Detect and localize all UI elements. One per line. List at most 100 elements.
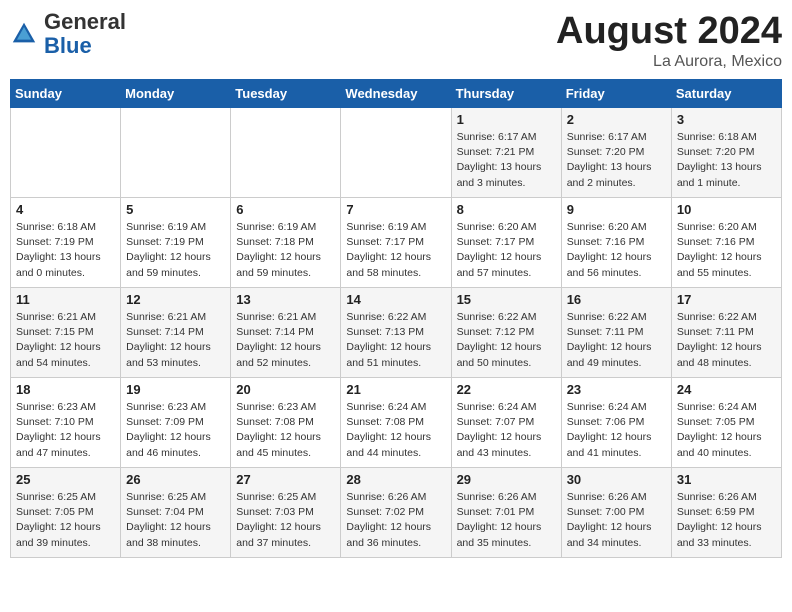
day-number: 22: [457, 382, 556, 397]
day-info: Sunrise: 6:18 AM Sunset: 7:20 PM Dayligh…: [677, 130, 776, 191]
day-number: 6: [236, 202, 335, 217]
day-number: 3: [677, 112, 776, 127]
calendar-cell: 9 Sunrise: 6:20 AM Sunset: 7:16 PM Daylig…: [561, 198, 671, 288]
calendar-cell: 23Sunrise: 6:24 AM Sunset: 7:06 PM Dayli…: [561, 378, 671, 468]
calendar-cell: 19Sunrise: 6:23 AM Sunset: 7:09 PM Dayli…: [121, 378, 231, 468]
day-info: Sunrise: 6:17 AM Sunset: 7:21 PM Dayligh…: [457, 130, 556, 191]
calendar-cell: 3 Sunrise: 6:18 AM Sunset: 7:20 PM Daylig…: [671, 108, 781, 198]
day-number: 12: [126, 292, 225, 307]
day-number: 20: [236, 382, 335, 397]
day-number: 1: [457, 112, 556, 127]
day-number: 29: [457, 472, 556, 487]
day-info: Sunrise: 6:24 AM Sunset: 7:05 PM Dayligh…: [677, 400, 776, 461]
day-number: 10: [677, 202, 776, 217]
calendar-cell: 10 Sunrise: 6:20 AM Sunset: 7:16 PM Dayli…: [671, 198, 781, 288]
week-row-3: 11 Sunrise: 6:21 AM Sunset: 7:15 PM Dayli…: [11, 288, 782, 378]
day-info: Sunrise: 6:24 AM Sunset: 7:08 PM Dayligh…: [346, 400, 445, 461]
day-number: 30: [567, 472, 666, 487]
day-number: 26: [126, 472, 225, 487]
calendar-cell: 13Sunrise: 6:21 AM Sunset: 7:14 PM Dayli…: [231, 288, 341, 378]
day-number: 7: [346, 202, 445, 217]
day-info: Sunrise: 6:21 AM Sunset: 7:14 PM Dayligh…: [126, 310, 225, 371]
day-number: 23: [567, 382, 666, 397]
day-number: 25: [16, 472, 115, 487]
day-info: Sunrise: 6:26 AM Sunset: 6:59 PM Dayligh…: [677, 490, 776, 551]
day-number: 21: [346, 382, 445, 397]
week-row-2: 4 Sunrise: 6:18 AM Sunset: 7:19 PM Daylig…: [11, 198, 782, 288]
day-info: Sunrise: 6:22 AM Sunset: 7:12 PM Dayligh…: [457, 310, 556, 371]
calendar-cell: 30Sunrise: 6:26 AM Sunset: 7:00 PM Dayli…: [561, 468, 671, 558]
location-subtitle: La Aurora, Mexico: [556, 53, 782, 71]
page-header: General Blue August 2024 La Aurora, Mexi…: [10, 10, 782, 71]
calendar-cell: 6 Sunrise: 6:19 AM Sunset: 7:18 PM Daylig…: [231, 198, 341, 288]
day-number: 16: [567, 292, 666, 307]
day-number: 27: [236, 472, 335, 487]
day-info: Sunrise: 6:23 AM Sunset: 7:09 PM Dayligh…: [126, 400, 225, 461]
day-info: Sunrise: 6:26 AM Sunset: 7:01 PM Dayligh…: [457, 490, 556, 551]
calendar-cell: [11, 108, 121, 198]
day-number: 8: [457, 202, 556, 217]
day-info: Sunrise: 6:22 AM Sunset: 7:11 PM Dayligh…: [567, 310, 666, 371]
calendar-cell: 21 Sunrise: 6:24 AM Sunset: 7:08 PM Dayli…: [341, 378, 451, 468]
calendar-cell: 26Sunrise: 6:25 AM Sunset: 7:04 PM Dayli…: [121, 468, 231, 558]
month-year-title: August 2024: [556, 10, 782, 53]
day-info: Sunrise: 6:19 AM Sunset: 7:18 PM Dayligh…: [236, 220, 335, 281]
logo-blue-text: Blue: [44, 33, 92, 58]
day-number: 15: [457, 292, 556, 307]
day-number: 31: [677, 472, 776, 487]
calendar-cell: 14 Sunrise: 6:22 AM Sunset: 7:13 PM Dayli…: [341, 288, 451, 378]
calendar-cell: [231, 108, 341, 198]
calendar-cell: 5 Sunrise: 6:19 AM Sunset: 7:19 PM Daylig…: [121, 198, 231, 288]
title-block: August 2024 La Aurora, Mexico: [556, 10, 782, 71]
day-number: 14: [346, 292, 445, 307]
day-info: Sunrise: 6:23 AM Sunset: 7:10 PM Dayligh…: [16, 400, 115, 461]
day-info: Sunrise: 6:22 AM Sunset: 7:11 PM Dayligh…: [677, 310, 776, 371]
day-info: Sunrise: 6:19 AM Sunset: 7:19 PM Dayligh…: [126, 220, 225, 281]
calendar-cell: 31 Sunrise: 6:26 AM Sunset: 6:59 PM Dayli…: [671, 468, 781, 558]
calendar-cell: [341, 108, 451, 198]
week-row-1: 1 Sunrise: 6:17 AM Sunset: 7:21 PM Daylig…: [11, 108, 782, 198]
day-number: 5: [126, 202, 225, 217]
day-number: 4: [16, 202, 115, 217]
column-header-tuesday: Tuesday: [231, 80, 341, 108]
day-info: Sunrise: 6:17 AM Sunset: 7:20 PM Dayligh…: [567, 130, 666, 191]
day-info: Sunrise: 6:20 AM Sunset: 7:17 PM Dayligh…: [457, 220, 556, 281]
calendar-cell: 12 Sunrise: 6:21 AM Sunset: 7:14 PM Dayli…: [121, 288, 231, 378]
column-header-thursday: Thursday: [451, 80, 561, 108]
day-number: 11: [16, 292, 115, 307]
calendar-header-row: SundayMondayTuesdayWednesdayThursdayFrid…: [11, 80, 782, 108]
calendar-cell: [121, 108, 231, 198]
day-info: Sunrise: 6:18 AM Sunset: 7:19 PM Dayligh…: [16, 220, 115, 281]
calendar-cell: 17 Sunrise: 6:22 AM Sunset: 7:11 PM Dayli…: [671, 288, 781, 378]
day-info: Sunrise: 6:21 AM Sunset: 7:15 PM Dayligh…: [16, 310, 115, 371]
day-info: Sunrise: 6:25 AM Sunset: 7:05 PM Dayligh…: [16, 490, 115, 551]
calendar-cell: 29 Sunrise: 6:26 AM Sunset: 7:01 PM Dayli…: [451, 468, 561, 558]
calendar-cell: 28 Sunrise: 6:26 AM Sunset: 7:02 PM Dayli…: [341, 468, 451, 558]
day-number: 17: [677, 292, 776, 307]
calendar-cell: 27Sunrise: 6:25 AM Sunset: 7:03 PM Dayli…: [231, 468, 341, 558]
column-header-sunday: Sunday: [11, 80, 121, 108]
day-info: Sunrise: 6:26 AM Sunset: 7:02 PM Dayligh…: [346, 490, 445, 551]
day-number: 28: [346, 472, 445, 487]
day-info: Sunrise: 6:20 AM Sunset: 7:16 PM Dayligh…: [677, 220, 776, 281]
calendar-table: SundayMondayTuesdayWednesdayThursdayFrid…: [10, 79, 782, 558]
calendar-cell: 11 Sunrise: 6:21 AM Sunset: 7:15 PM Dayli…: [11, 288, 121, 378]
day-number: 18: [16, 382, 115, 397]
calendar-cell: 16 Sunrise: 6:22 AM Sunset: 7:11 PM Dayli…: [561, 288, 671, 378]
day-info: Sunrise: 6:23 AM Sunset: 7:08 PM Dayligh…: [236, 400, 335, 461]
calendar-cell: 24 Sunrise: 6:24 AM Sunset: 7:05 PM Dayli…: [671, 378, 781, 468]
column-header-friday: Friday: [561, 80, 671, 108]
week-row-4: 18 Sunrise: 6:23 AM Sunset: 7:10 PM Dayli…: [11, 378, 782, 468]
day-info: Sunrise: 6:19 AM Sunset: 7:17 PM Dayligh…: [346, 220, 445, 281]
day-number: 24: [677, 382, 776, 397]
day-info: Sunrise: 6:20 AM Sunset: 7:16 PM Dayligh…: [567, 220, 666, 281]
logo: General Blue: [10, 10, 126, 58]
day-number: 13: [236, 292, 335, 307]
calendar-cell: 25 Sunrise: 6:25 AM Sunset: 7:05 PM Dayli…: [11, 468, 121, 558]
column-header-saturday: Saturday: [671, 80, 781, 108]
calendar-cell: 7 Sunrise: 6:19 AM Sunset: 7:17 PM Daylig…: [341, 198, 451, 288]
week-row-5: 25 Sunrise: 6:25 AM Sunset: 7:05 PM Dayli…: [11, 468, 782, 558]
column-header-monday: Monday: [121, 80, 231, 108]
day-info: Sunrise: 6:22 AM Sunset: 7:13 PM Dayligh…: [346, 310, 445, 371]
day-number: 9: [567, 202, 666, 217]
